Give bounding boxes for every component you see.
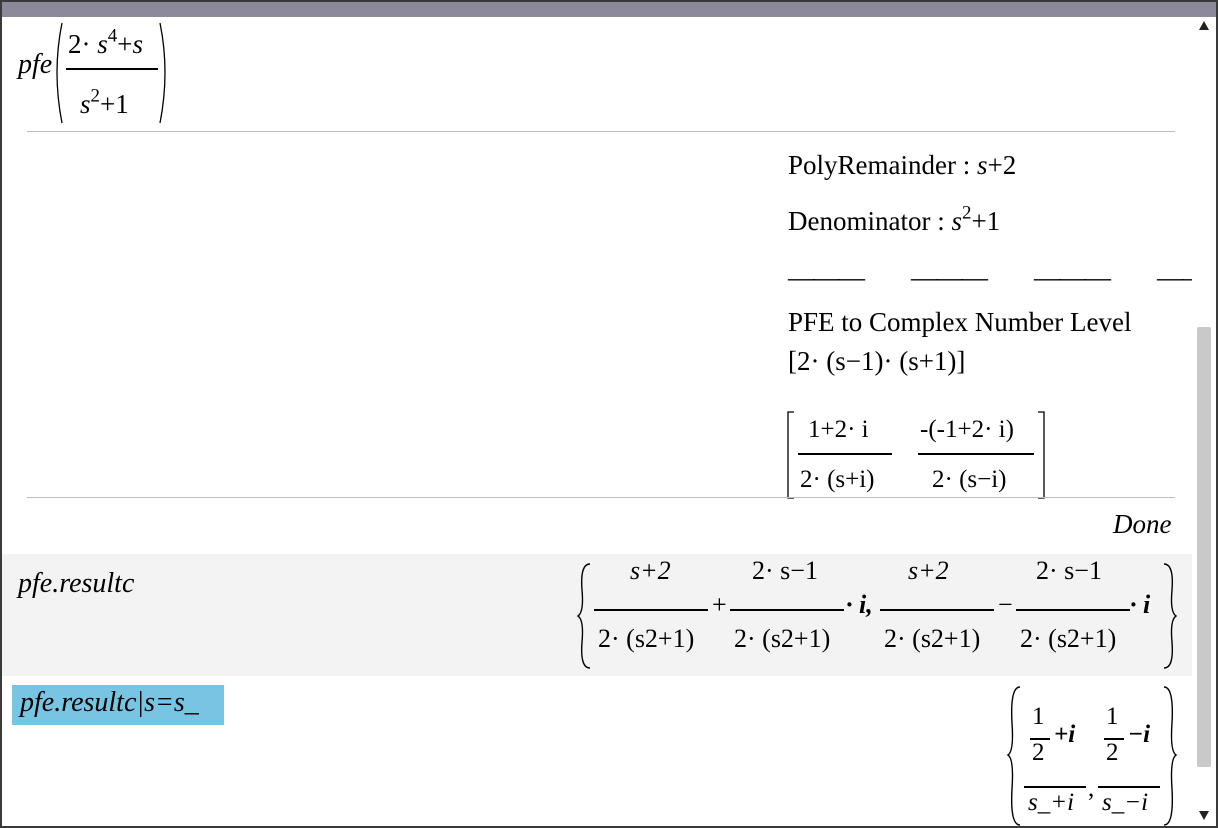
a-num-den: 2 bbox=[1032, 739, 1045, 766]
denominator-line: Denominator : s2+1 bbox=[788, 202, 1001, 236]
a-denominator: s_+i bbox=[1028, 789, 1075, 816]
dash-separator-line: ———————————— bbox=[788, 262, 1192, 292]
b-denominator: s_−i bbox=[1102, 789, 1149, 816]
fraction-1-denominator: 2· (s+i) bbox=[800, 466, 875, 493]
operator-minus: − bbox=[998, 590, 1013, 619]
scroll-thumb[interactable] bbox=[1197, 327, 1211, 767]
comma: , bbox=[1088, 775, 1095, 802]
vertical-scrollbar[interactable] bbox=[1193, 17, 1216, 826]
history-entry-pfe-input[interactable]: pfe 2· s4+s s2+1 bbox=[2, 17, 1192, 130]
term4-numerator: 2· s−1 bbox=[1036, 556, 1102, 585]
factor-vector: [2· (s−1)· (s+1)] bbox=[788, 346, 966, 376]
window-top-bar bbox=[2, 2, 1216, 17]
history-entry-resultc[interactable]: pfe.resultc s+2 2· (s2+1) + 2· s−1 2· (s… bbox=[2, 554, 1192, 676]
a-num-imag: +i bbox=[1054, 721, 1076, 748]
substitution-input: pfe.resultc|s=s_ bbox=[20, 687, 199, 718]
fraction-1-numerator: 1+2· i bbox=[808, 416, 869, 443]
history-entry-substitution[interactable]: pfe.resultc|s=s_ 1 2 +i s_+i , 1 2 −i s_… bbox=[2, 677, 1192, 826]
calculator-window: pfe 2· s4+s s2+1 PolyRemainder : s+2 Den… bbox=[0, 0, 1218, 828]
b-num-num: 1 bbox=[1106, 703, 1119, 730]
a-num-num: 1 bbox=[1032, 703, 1045, 730]
b-num-den: 2 bbox=[1106, 739, 1119, 766]
fraction-2-denominator: 2· (s−i) bbox=[932, 466, 1007, 493]
operator-plus: + bbox=[712, 590, 727, 619]
fraction-2-numerator: -(-1+2· i) bbox=[920, 416, 1014, 443]
scroll-down-arrow-icon[interactable] bbox=[1199, 811, 1209, 820]
imaginary-unit-2: · i bbox=[1130, 590, 1151, 619]
pfe-denominator: s2+1 bbox=[80, 85, 129, 119]
history-entry-pfe-output: PolyRemainder : s+2 Denominator : s2+1 —… bbox=[2, 132, 1192, 499]
poly-remainder-line: PolyRemainder : s+2 bbox=[788, 150, 1017, 180]
pfe-level-heading: PFE to Complex Number Level bbox=[788, 307, 1132, 337]
term4-denominator: 2· (s2+1) bbox=[1020, 624, 1117, 653]
pfe-function-name: pfe bbox=[18, 49, 53, 80]
resultc-input: pfe.resultc bbox=[18, 568, 135, 599]
pfe-numerator: 2· s4+s bbox=[68, 25, 143, 59]
calculator-history: pfe 2· s4+s s2+1 PolyRemainder : s+2 Den… bbox=[2, 17, 1192, 826]
term3-numerator: s+2 bbox=[908, 556, 949, 585]
selected-input-highlight[interactable]: pfe.resultc|s=s_ bbox=[12, 685, 224, 725]
term2-denominator: 2· (s2+1) bbox=[734, 624, 831, 653]
term3-denominator: 2· (s2+1) bbox=[884, 624, 981, 653]
scroll-up-arrow-icon[interactable] bbox=[1199, 21, 1209, 30]
term1-denominator: 2· (s2+1) bbox=[598, 624, 695, 653]
entry-separator bbox=[27, 497, 1175, 498]
b-num-imag: −i bbox=[1128, 721, 1151, 748]
term1-numerator: s+2 bbox=[630, 556, 671, 585]
imaginary-unit-1: · i, bbox=[846, 590, 873, 619]
term2-numerator: 2· s−1 bbox=[752, 556, 818, 585]
done-result: Done bbox=[1113, 509, 1172, 539]
